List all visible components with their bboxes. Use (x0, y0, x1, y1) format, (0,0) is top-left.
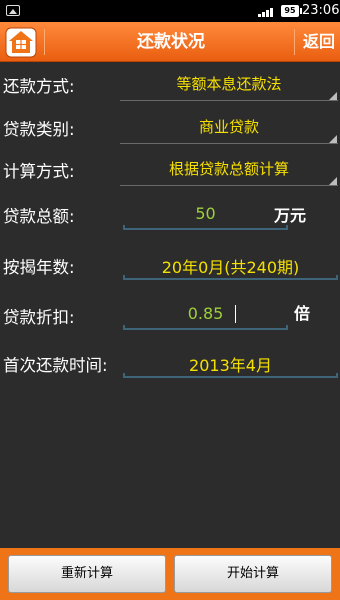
input-underline (123, 325, 288, 330)
battery-icon: 95 (281, 5, 302, 17)
house-icon (5, 27, 37, 58)
loan-type-value: 商业贷款 (198, 118, 259, 136)
back-button[interactable]: 返回 (298, 22, 340, 62)
first-payment-label: 首次还款时间: (3, 356, 108, 375)
discount-unit: 倍 (294, 304, 311, 323)
discount-value: 0.85 (187, 304, 224, 323)
spinner-underline (120, 100, 338, 101)
status-bar: 95 23:06 (0, 0, 340, 22)
calc-method-label: 计算方式: (3, 162, 75, 181)
calc-method-value: 根据贷款总额计算 (168, 160, 289, 178)
text-cursor (235, 305, 236, 323)
home-button[interactable] (3, 25, 39, 59)
loan-years-label: 按揭年数: (3, 258, 75, 277)
header-divider (44, 29, 45, 55)
repay-method-spinner[interactable]: 等额本息还款法 (120, 65, 338, 103)
repay-method-label: 还款方式: (3, 77, 75, 96)
input-underline (123, 275, 338, 280)
loan-type-label: 贷款类别: (3, 120, 75, 139)
spinner-underline (120, 185, 338, 186)
header-bar: 还款状况 返回 (0, 22, 340, 62)
loan-years-input[interactable]: 20年0月(共240期) (123, 247, 338, 283)
spinner-corner-icon (329, 135, 337, 143)
calc-method-spinner[interactable]: 根据贷款总额计算 (120, 150, 338, 188)
page-title: 还款状况 (137, 32, 205, 52)
bottom-action-bar: 重新计算 开始计算 (0, 548, 340, 600)
gallery-notification-icon (6, 5, 20, 16)
signal-strength-icon (258, 6, 276, 17)
loan-years-value: 20年0月(共240期) (161, 258, 300, 277)
input-underline (123, 225, 288, 230)
loan-amount-input[interactable]: 50 (123, 197, 288, 233)
start-calculate-button[interactable]: 开始计算 (174, 555, 332, 593)
header-divider (294, 29, 295, 55)
first-payment-value: 2013年4月 (189, 356, 272, 375)
input-underline (123, 373, 338, 378)
first-payment-picker[interactable]: 2013年4月 (123, 345, 338, 381)
loan-amount-unit: 万元 (274, 206, 307, 225)
spinner-corner-icon (329, 92, 337, 100)
spinner-corner-icon (329, 177, 337, 185)
repay-method-value: 等额本息还款法 (176, 75, 282, 93)
reset-button[interactable]: 重新计算 (8, 555, 166, 593)
loan-amount-value: 50 (195, 204, 216, 223)
loan-type-spinner[interactable]: 商业贷款 (120, 108, 338, 146)
discount-input[interactable]: 0.85 (123, 297, 288, 333)
loan-amount-label: 贷款总额: (3, 207, 75, 226)
spinner-underline (120, 143, 338, 144)
discount-label: 贷款折扣: (3, 308, 75, 327)
status-clock: 23:06 (302, 3, 340, 18)
